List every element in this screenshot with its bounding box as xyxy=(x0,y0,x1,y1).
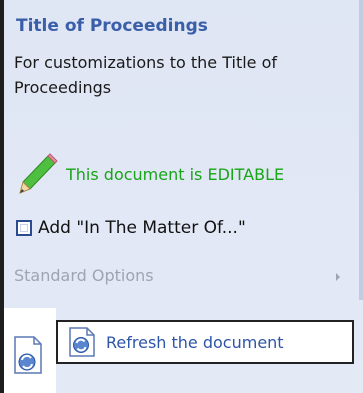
add-in-the-matter-of-option[interactable]: Add "In The Matter Of..." xyxy=(16,218,246,238)
editable-status-text: This document is EDITABLE xyxy=(66,164,285,184)
editable-status: This document is EDITABLE xyxy=(18,153,284,195)
refresh-document-button[interactable]: Refresh the document xyxy=(56,320,354,364)
standard-options-menu[interactable]: Standard Options xyxy=(14,266,154,285)
pencil-icon xyxy=(19,153,58,194)
refresh-document-icon xyxy=(69,327,95,357)
refresh-document-label[interactable]: Refresh the document xyxy=(106,333,284,352)
in-the-matter-of-checkbox[interactable] xyxy=(16,220,32,236)
checkbox-label[interactable]: Add "In The Matter Of..." xyxy=(38,218,246,238)
pane-edge xyxy=(359,0,363,300)
chevron-right-icon xyxy=(336,273,340,281)
pane-description: For customizations to the Title of Proce… xyxy=(14,53,278,97)
refresh-document-icon[interactable] xyxy=(12,335,44,375)
pane-title: Title of Proceedings xyxy=(16,16,208,36)
